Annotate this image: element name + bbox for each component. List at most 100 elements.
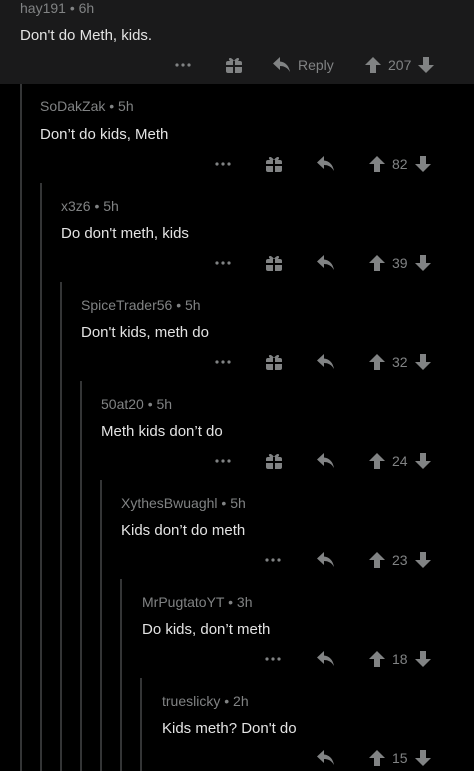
meta-separator: • [228,594,234,610]
username[interactable]: MrPugtatoYT [142,594,224,610]
username[interactable]: SoDakZak [40,98,105,114]
vote-controls: 207 [364,53,435,77]
username[interactable]: trueslicky [162,693,220,709]
reply-arrow-icon[interactable] [314,647,338,671]
comment-age: 5h [156,396,173,412]
upvote-arrow-icon[interactable] [368,254,386,272]
downvote-arrow-icon[interactable] [414,551,432,569]
comment-text: Don’t do kids, Meth [40,126,169,143]
more-options-icon[interactable] [212,152,234,176]
vote-count: 207 [388,57,412,73]
comment-text: Do kids, don’t meth [142,621,271,638]
downvote-arrow-icon[interactable] [414,353,432,371]
more-options-icon[interactable] [172,53,194,77]
vote-count: 39 [392,255,408,271]
comment-meta: SpiceTrader56 • 5h [81,297,201,313]
username[interactable]: SpiceTrader56 [81,297,172,313]
downvote-arrow-icon[interactable] [414,452,432,470]
downvote-arrow-icon[interactable] [414,254,432,272]
vote-count: 18 [392,651,408,667]
downvote-arrow-icon[interactable] [414,155,432,173]
upvote-arrow-icon[interactable] [364,56,382,74]
comment-age: 2h [233,693,249,709]
more-options-icon[interactable] [262,548,284,572]
comment-age: 5h [103,198,119,214]
reply-arrow-icon[interactable] [314,251,338,275]
gift-award-icon[interactable] [262,152,286,176]
reply-arrow-icon[interactable] [314,746,338,770]
vote-count: 24 [392,453,408,469]
comment-age: 3h [236,594,253,610]
upvote-arrow-icon[interactable] [368,650,386,668]
reply-arrow-icon[interactable] [314,350,338,374]
thread-line[interactable] [20,84,22,771]
vote-count: 15 [392,750,408,766]
thread-line[interactable] [100,480,102,771]
more-options-icon[interactable] [212,350,234,374]
comment-meta: 50at20 • 5h [101,396,172,412]
username[interactable]: hay191 [20,0,66,16]
username[interactable]: x3z6 [61,198,91,214]
vote-controls: 39 [368,251,432,275]
comment-meta: trueslicky • 2h [162,693,249,709]
vote-controls: 82 [368,152,432,176]
comment-age: 5h [118,98,134,114]
downvote-arrow-icon[interactable] [414,650,432,668]
gift-award-icon[interactable] [222,53,246,77]
reply-arrow-icon[interactable] [314,548,338,572]
comment-age: 5h [185,297,201,313]
comment-meta: SoDakZak • 5h [40,98,134,114]
reply-arrow-icon[interactable] [314,152,338,176]
thread-line[interactable] [40,183,42,771]
reply-label: Reply [298,57,334,73]
vote-count: 23 [392,552,408,568]
gift-award-icon[interactable] [262,350,286,374]
gift-award-icon[interactable] [262,449,286,473]
vote-controls: 15 [368,746,432,770]
meta-separator: • [224,693,230,709]
thread-line[interactable] [140,678,142,771]
downvote-arrow-icon[interactable] [417,56,435,74]
vote-count: 82 [392,156,408,172]
meta-separator: • [69,0,75,16]
vote-controls: 32 [368,350,432,374]
comment-age: 5h [230,495,246,511]
comment-text: Don't do Meth, kids. [20,27,153,44]
meta-separator: • [147,396,153,412]
comment-text: Don't kids, meth do [81,324,209,341]
upvote-arrow-icon[interactable] [368,353,386,371]
username[interactable]: 50at20 [101,396,144,412]
vote-controls: 23 [368,548,432,572]
comment-text: Meth kids don’t do [101,423,223,440]
comment-meta: x3z6 • 5h [61,198,119,214]
username[interactable]: XythesBwuaghl [121,495,218,511]
thread-line[interactable] [120,579,122,771]
comment-meta: XythesBwuaghl • 5h [121,495,246,511]
comment-meta: MrPugtatoYT • 3h [142,594,253,610]
comment-text: Do don't meth, kids [61,225,189,242]
comment-meta: hay191 • 6h [20,0,94,16]
vote-controls: 18 [368,647,432,671]
more-options-icon[interactable] [262,647,284,671]
meta-separator: • [221,495,227,511]
thread-line[interactable] [60,282,62,771]
meta-separator: • [109,98,115,114]
upvote-arrow-icon[interactable] [368,452,386,470]
comment-age: 6h [78,0,95,16]
more-options-icon[interactable] [212,449,234,473]
thread-line[interactable] [80,381,82,771]
comment-text: Kids don’t do meth [121,522,246,539]
upvote-arrow-icon[interactable] [368,749,386,767]
vote-controls: 24 [368,449,432,473]
meta-separator: • [94,198,100,214]
upvote-arrow-icon[interactable] [368,155,386,173]
meta-separator: • [176,297,182,313]
upvote-arrow-icon[interactable] [368,551,386,569]
reply-button[interactable]: Reply [272,53,342,77]
reply-arrow-icon[interactable] [314,449,338,473]
comment-text: Kids meth? Don't do [162,720,297,737]
downvote-arrow-icon[interactable] [414,749,432,767]
gift-award-icon[interactable] [262,251,286,275]
reply-arrow-icon [273,57,290,72]
more-options-icon[interactable] [212,251,234,275]
